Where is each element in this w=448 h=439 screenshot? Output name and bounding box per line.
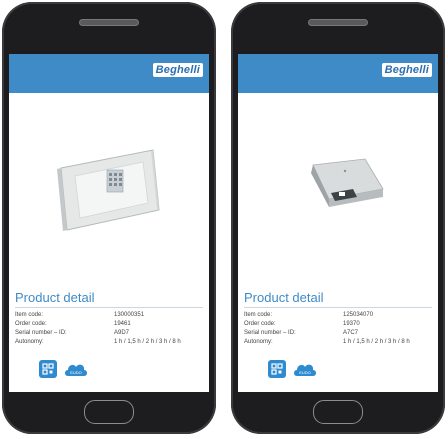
row-value: A7C7 bbox=[343, 330, 359, 336]
cloud-icon[interactable]: EUDO bbox=[63, 360, 89, 378]
detail-row-order-code: Order code: 19370 bbox=[244, 321, 438, 327]
cloud-icon[interactable]: EUDO bbox=[292, 360, 318, 378]
divider bbox=[244, 307, 432, 308]
wall-lamp-product-icon bbox=[57, 149, 160, 231]
qr-code-icon[interactable] bbox=[39, 360, 57, 378]
row-value: 1 h / 1,5 h / 2 h / 3 h / 8 h bbox=[114, 339, 181, 345]
row-value: 1 h / 1,5 h / 2 h / 3 h / 8 h bbox=[343, 339, 410, 345]
earpiece-speaker bbox=[79, 19, 139, 26]
row-value: 130000351 bbox=[114, 312, 145, 318]
row-value: 19461 bbox=[114, 321, 131, 327]
row-label: Serial number – ID: bbox=[244, 330, 296, 336]
product-detail-section: Product detail Item code: 130000351 Orde… bbox=[9, 290, 209, 348]
row-label: Serial number – ID: bbox=[15, 330, 67, 336]
phone-left: Beghelli Product detail Item code: 13000… bbox=[2, 2, 216, 434]
action-icons: EUDO bbox=[39, 360, 89, 378]
product-image bbox=[238, 93, 438, 283]
row-value: 19370 bbox=[343, 321, 360, 327]
row-value: A9D7 bbox=[114, 330, 130, 336]
qr-code-icon[interactable] bbox=[268, 360, 286, 378]
phone-right: Beghelli Product detail Item code: 12503… bbox=[231, 2, 445, 434]
detail-row-serial: Serial number – ID: A9D7 bbox=[15, 330, 209, 336]
row-label: Autonomy: bbox=[244, 339, 273, 345]
row-label: Order code: bbox=[15, 321, 47, 327]
cloud-icon-text: EUDO bbox=[299, 370, 311, 375]
product-detail-title: Product detail bbox=[244, 290, 324, 305]
detail-row-autonomy: Autonomy: 1 h / 1,5 h / 2 h / 3 h / 8 h bbox=[15, 339, 209, 345]
product-detail-section: Product detail Item code: 125034070 Orde… bbox=[238, 290, 438, 348]
detail-row-order-code: Order code: 19461 bbox=[15, 321, 209, 327]
home-button[interactable] bbox=[313, 400, 363, 424]
row-value: 125034070 bbox=[343, 312, 374, 318]
cloud-icon-text: EUDO bbox=[70, 370, 82, 375]
detail-row-item-code: Item code: 130000351 bbox=[15, 312, 209, 318]
brand-logo[interactable]: Beghelli bbox=[381, 63, 432, 77]
product-detail-title: Product detail bbox=[15, 290, 95, 305]
brand-logo[interactable]: Beghelli bbox=[152, 63, 203, 77]
action-icons: EUDO bbox=[268, 360, 318, 378]
app-header: Beghelli bbox=[9, 54, 209, 93]
detail-row-autonomy: Autonomy: 1 h / 1,5 h / 2 h / 3 h / 8 h bbox=[244, 339, 438, 345]
app-header: Beghelli bbox=[238, 54, 438, 93]
detail-row-item-code: Item code: 125034070 bbox=[244, 312, 438, 318]
row-label: Autonomy: bbox=[15, 339, 44, 345]
product-image bbox=[9, 93, 209, 283]
divider bbox=[15, 307, 203, 308]
phone-screen: Beghelli Product detail Item code: 12503… bbox=[238, 54, 438, 392]
earpiece-speaker bbox=[308, 19, 368, 26]
phone-screen: Beghelli Product detail Item code: 13000… bbox=[9, 54, 209, 392]
row-label: Item code: bbox=[244, 312, 273, 318]
detail-row-serial: Serial number – ID: A7C7 bbox=[244, 330, 438, 336]
row-label: Item code: bbox=[15, 312, 44, 318]
ceiling-lamp-product-icon bbox=[311, 158, 384, 207]
home-button[interactable] bbox=[84, 400, 134, 424]
row-label: Order code: bbox=[244, 321, 276, 327]
